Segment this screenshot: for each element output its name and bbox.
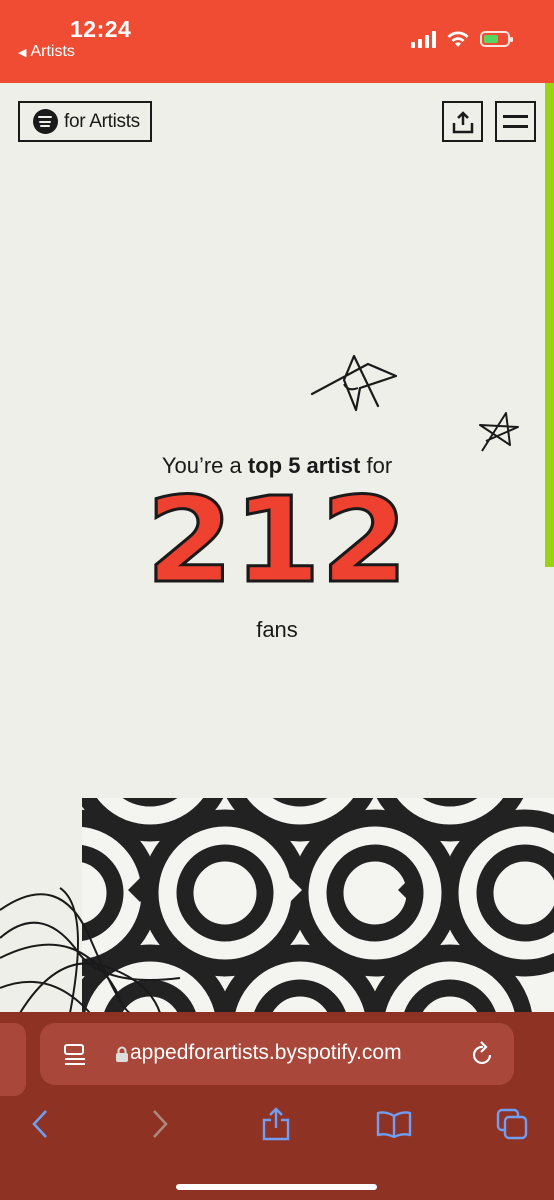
status-time: 12:24: [70, 16, 132, 42]
screen: 12:24 ◀ Artists for Artists You’re a top…: [0, 0, 554, 1200]
status-icons: [411, 30, 513, 48]
tabs-icon: [496, 1108, 528, 1140]
bookmarks-button[interactable]: [370, 1100, 418, 1148]
star-doodle-small-icon: [479, 412, 519, 452]
headline-suffix: for: [360, 453, 393, 478]
lock-icon: [116, 1046, 128, 1062]
browser-share-button[interactable]: [252, 1100, 300, 1148]
back-to-app-button[interactable]: ◀ Artists: [18, 43, 75, 61]
headline-bold: top 5 artist: [247, 453, 361, 478]
home-indicator[interactable]: [176, 1184, 377, 1190]
status-bar: 12:24 ◀ Artists: [0, 0, 554, 83]
menu-button[interactable]: [495, 101, 536, 142]
share-icon: [262, 1107, 290, 1141]
share-icon: [452, 110, 473, 133]
back-app-label: Artists: [30, 43, 75, 60]
address-bar[interactable]: appedforartists.byspotify.com: [40, 1023, 514, 1085]
star-doodle-icon: [310, 354, 398, 412]
fans-label: fans: [256, 617, 298, 642]
geometric-pattern-graphic: [0, 798, 554, 1013]
tabs-button[interactable]: [488, 1100, 536, 1148]
menu-line: [503, 115, 528, 118]
bookmarks-icon: [376, 1111, 412, 1138]
logo-text: for Artists: [64, 110, 140, 132]
spotify-for-artists-logo[interactable]: for Artists: [18, 101, 152, 142]
browser-toolbar: [0, 1100, 554, 1160]
back-icon: [32, 1110, 47, 1138]
headline-prefix: You’re a: [161, 453, 248, 478]
fan-count-number: 212: [145, 491, 410, 591]
previous-tab-peek[interactable]: [0, 1023, 26, 1096]
reload-icon[interactable]: [470, 1041, 494, 1067]
headline: You’re a top 5 artist for: [0, 453, 554, 479]
share-button[interactable]: [442, 101, 483, 142]
reader-icon[interactable]: [62, 1043, 88, 1067]
spotify-icon: [33, 109, 58, 134]
back-button[interactable]: [16, 1100, 64, 1148]
battery-charging-icon: [480, 31, 513, 47]
fan-count-text: 212: [146, 491, 408, 591]
forward-icon: [153, 1110, 168, 1138]
browser-chrome: appedforartists.byspotify.com: [0, 1012, 554, 1200]
back-triangle-icon: ◀: [18, 46, 27, 59]
url-text: appedforartists.byspotify.com: [130, 1041, 402, 1064]
menu-line: [503, 125, 528, 128]
forward-button[interactable]: [136, 1100, 184, 1148]
cellular-signal-icon: [411, 30, 436, 48]
wifi-icon: [447, 31, 469, 47]
